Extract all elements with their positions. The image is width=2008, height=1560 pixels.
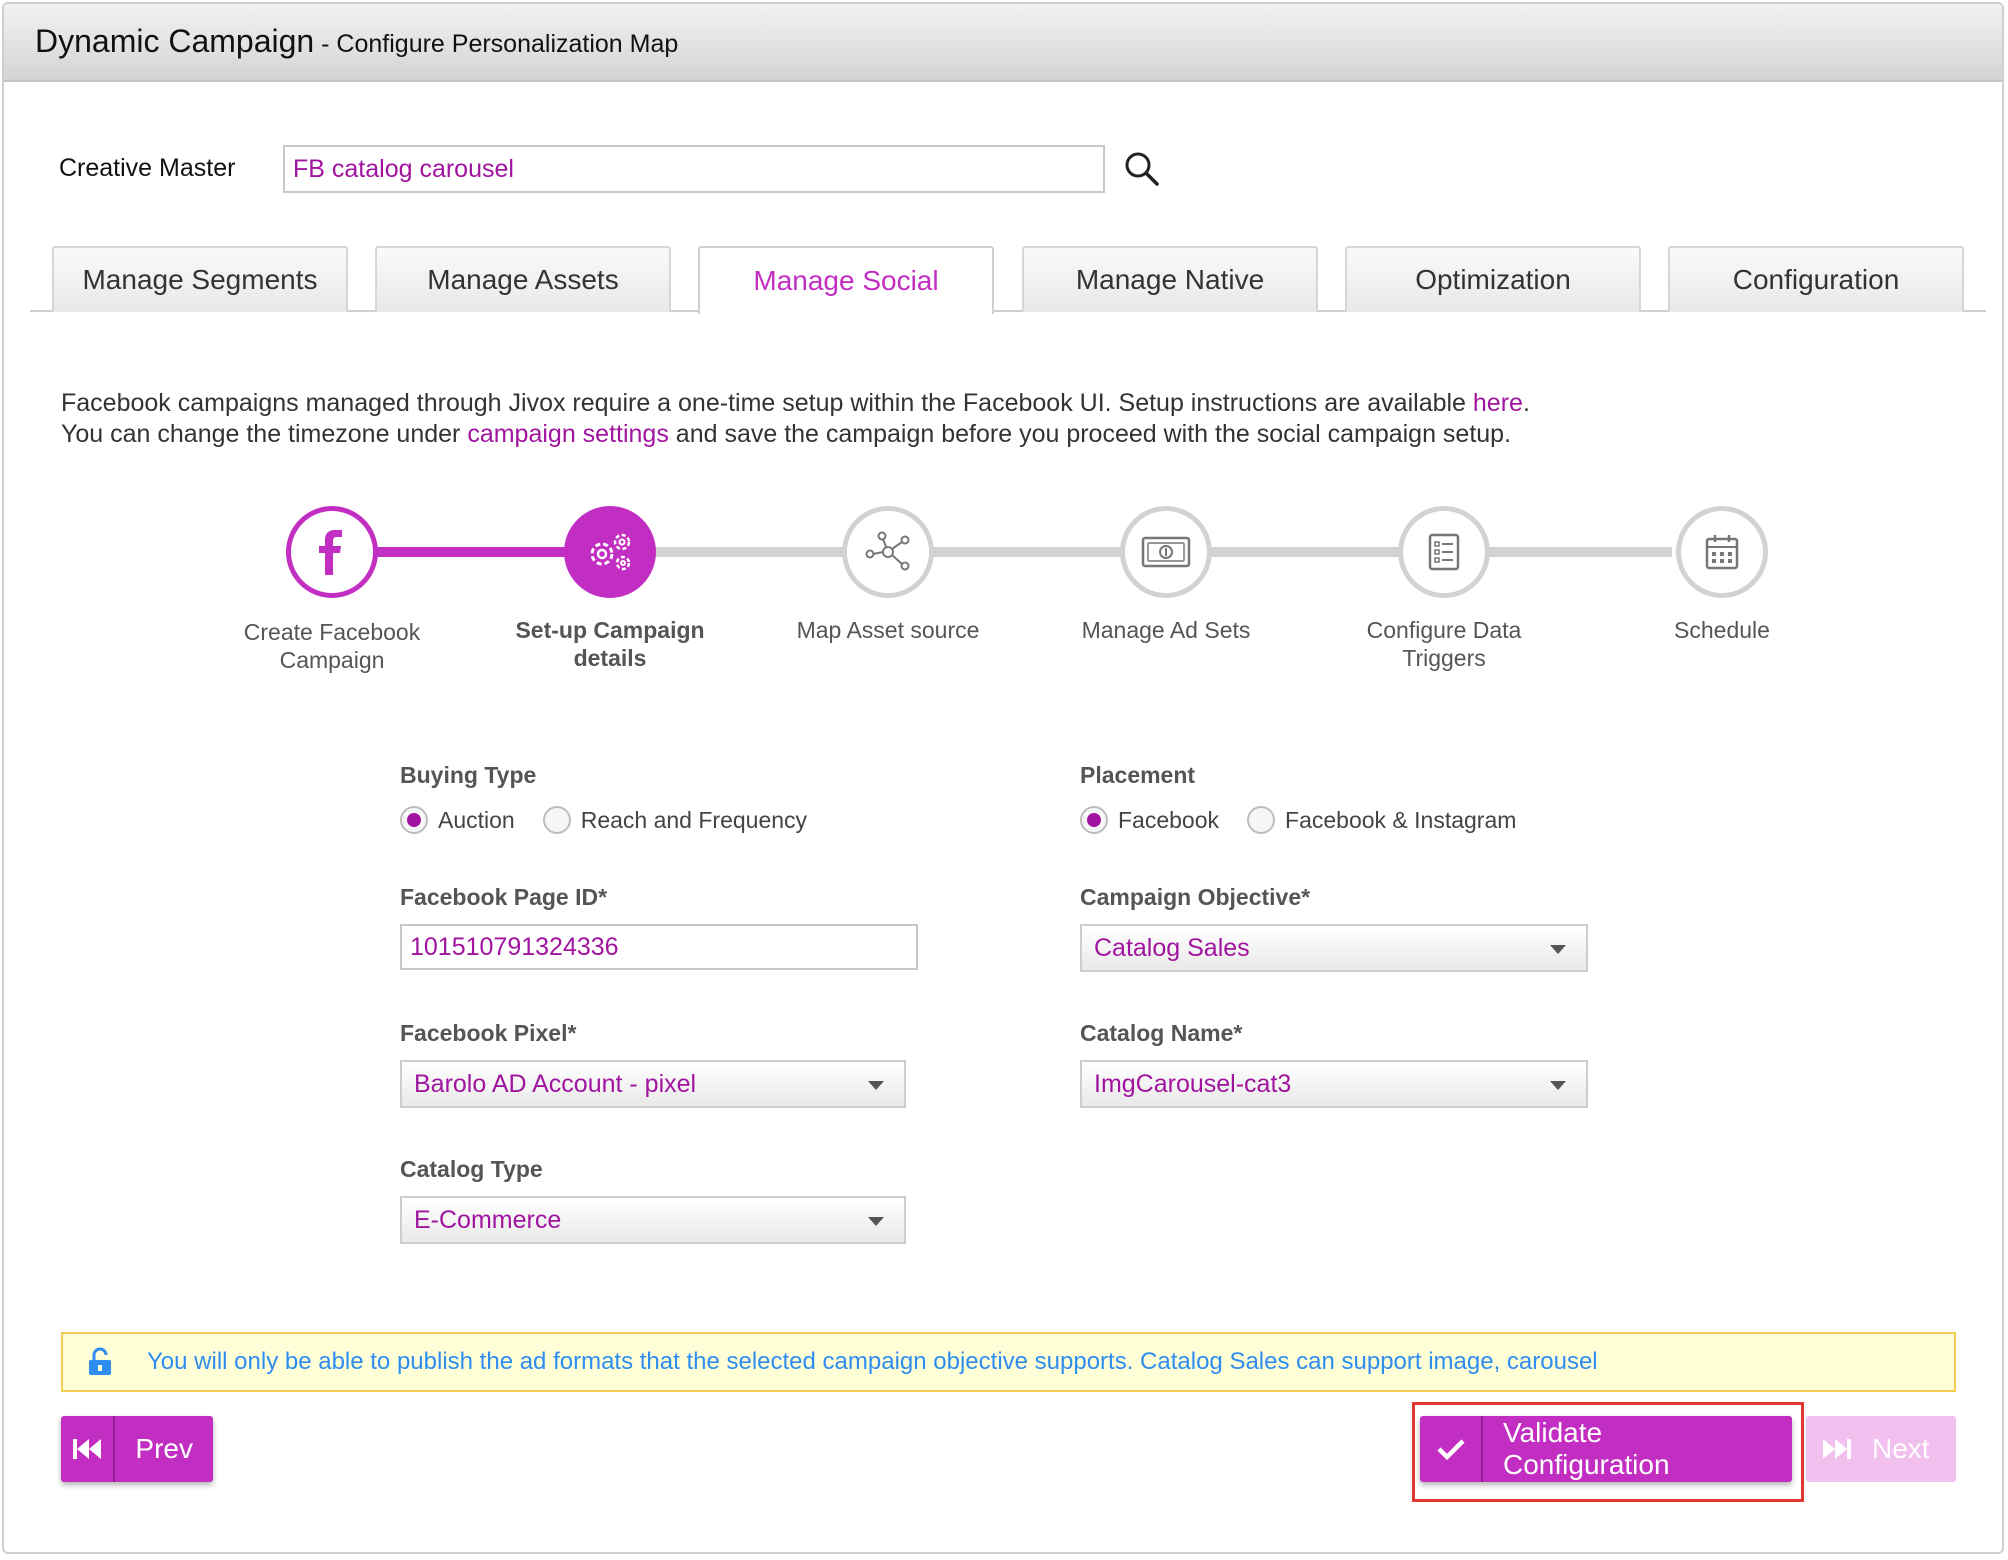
buying-type-radio-group: Auction Reach and Frequency	[400, 806, 835, 834]
campaign-objective-label: Campaign Objective*	[1080, 884, 1311, 910]
facebook-page-id-input[interactable]	[400, 924, 918, 970]
step-label-configure-data-triggers: Configure Data Triggers	[1366, 617, 1522, 671]
page-title: Dynamic Campaign - Configure Personaliza…	[35, 23, 678, 60]
gears-icon	[590, 533, 631, 571]
checklist-icon	[1428, 533, 1460, 571]
step-label-schedule: Schedule	[1674, 617, 1770, 643]
skip-forward-icon	[1806, 1416, 1868, 1482]
buying-type-label: Buying Type	[400, 762, 537, 788]
creative-master-input[interactable]	[283, 145, 1105, 193]
step-create-facebook-campaign[interactable]	[286, 506, 378, 598]
creative-master-label: Creative Master	[59, 154, 236, 182]
radio-reach-frequency-label: Reach and Frequency	[580, 806, 808, 833]
chevron-down-icon	[1550, 1081, 1566, 1090]
calendar-icon	[1705, 535, 1739, 570]
step-label-manage-ad-sets: Manage Ad Sets	[1081, 617, 1251, 643]
info-line-2-end: and save the campaign before you proceed…	[668, 420, 1512, 448]
campaign-objective-value: Catalog Sales	[1094, 933, 1250, 962]
radio-auction-label: Auction	[438, 806, 515, 833]
step-manage-ad-sets[interactable]	[1120, 506, 1212, 598]
catalog-name-select[interactable]: ImgCarousel-cat3	[1080, 1060, 1588, 1108]
placement-label: Placement	[1080, 762, 1196, 788]
tab-bar: Manage Segments Manage Assets Manage Soc…	[30, 244, 1986, 314]
radio-facebook[interactable]	[1080, 806, 1108, 834]
radio-facebook-instagram[interactable]	[1247, 806, 1276, 834]
tab-manage-native[interactable]: Manage Native	[1022, 246, 1318, 312]
catalog-name-label: Catalog Name*	[1080, 1020, 1243, 1046]
step-configure-data-triggers[interactable]	[1398, 506, 1490, 598]
facebook-pixel-select[interactable]: Barolo AD Account - pixel	[400, 1060, 906, 1108]
step-schedule[interactable]	[1676, 506, 1768, 598]
objective-notice: You will only be able to publish the ad …	[61, 1332, 1956, 1392]
next-button[interactable]: Next	[1806, 1416, 1956, 1482]
title-main: Dynamic Campaign	[35, 23, 315, 59]
skip-back-icon	[61, 1416, 116, 1482]
campaign-objective-select[interactable]: Catalog Sales	[1080, 924, 1588, 972]
step-label-map-asset-source: Map Asset source	[796, 617, 980, 643]
network-icon	[865, 531, 910, 571]
prev-button-label: Prev	[135, 1433, 193, 1464]
step-map-asset-source[interactable]	[842, 506, 934, 598]
info-line-1-text: Facebook campaigns managed through Jivox…	[61, 389, 1473, 417]
step-setup-campaign-details[interactable]	[564, 506, 656, 598]
campaign-settings-link[interactable]: campaign settings	[467, 420, 669, 448]
search-icon[interactable]	[1122, 149, 1162, 189]
facebook-page-id-label: Facebook Page ID*	[400, 884, 608, 910]
chevron-down-icon	[868, 1081, 884, 1090]
step-connector-done	[374, 547, 594, 557]
facebook-pixel-label: Facebook Pixel*	[400, 1020, 577, 1046]
next-button-label: Next	[1872, 1433, 1930, 1464]
catalog-type-select[interactable]: E-Commerce	[400, 1196, 906, 1244]
unlock-icon	[89, 1347, 111, 1375]
info-line-1: Facebook campaigns managed through Jivox…	[61, 388, 1530, 419]
info-line-1-end: .	[1522, 389, 1530, 417]
money-icon	[1141, 536, 1191, 568]
validate-highlight-box	[1412, 1402, 1804, 1502]
tab-configuration[interactable]: Configuration	[1668, 246, 1964, 312]
title-bar: Dynamic Campaign - Configure Personaliza…	[4, 4, 2002, 82]
title-sub: - Configure Personalization Map	[314, 30, 679, 58]
chevron-down-icon	[1550, 945, 1566, 954]
tab-manage-assets[interactable]: Manage Assets	[375, 246, 671, 312]
tab-optimization[interactable]: Optimization	[1345, 246, 1641, 312]
info-line-2: You can change the timezone under campai…	[61, 419, 1530, 450]
radio-reach-frequency[interactable]	[542, 806, 571, 834]
tab-manage-segments[interactable]: Manage Segments	[52, 246, 348, 312]
radio-facebook-label: Facebook	[1118, 806, 1220, 833]
info-line-2-text: You can change the timezone under	[61, 420, 468, 448]
catalog-type-value: E-Commerce	[414, 1205, 562, 1234]
tab-manage-social[interactable]: Manage Social	[698, 246, 994, 314]
catalog-name-value: ImgCarousel-cat3	[1094, 1069, 1292, 1098]
catalog-type-label: Catalog Type	[400, 1156, 543, 1182]
prev-button[interactable]: Prev	[61, 1416, 213, 1482]
chevron-down-icon	[868, 1217, 884, 1226]
app-window: Dynamic Campaign - Configure Personaliza…	[2, 2, 2004, 1554]
facebook-icon	[319, 530, 342, 575]
radio-auction[interactable]	[400, 806, 428, 834]
notice-text: You will only be able to publish the ad …	[147, 1348, 1598, 1375]
setup-instructions-link[interactable]: here	[1473, 389, 1523, 417]
step-label-create-facebook-campaign: Create Facebook Campaign	[243, 619, 421, 673]
placement-radio-group: Facebook Facebook & Instagram	[1080, 806, 1544, 834]
setup-info-text: Facebook campaigns managed through Jivox…	[61, 388, 1530, 450]
step-label-setup-campaign-details: Set-up Campaign details	[515, 617, 705, 671]
radio-facebook-instagram-label: Facebook & Instagram	[1285, 806, 1517, 833]
facebook-pixel-value: Barolo AD Account - pixel	[414, 1069, 697, 1098]
